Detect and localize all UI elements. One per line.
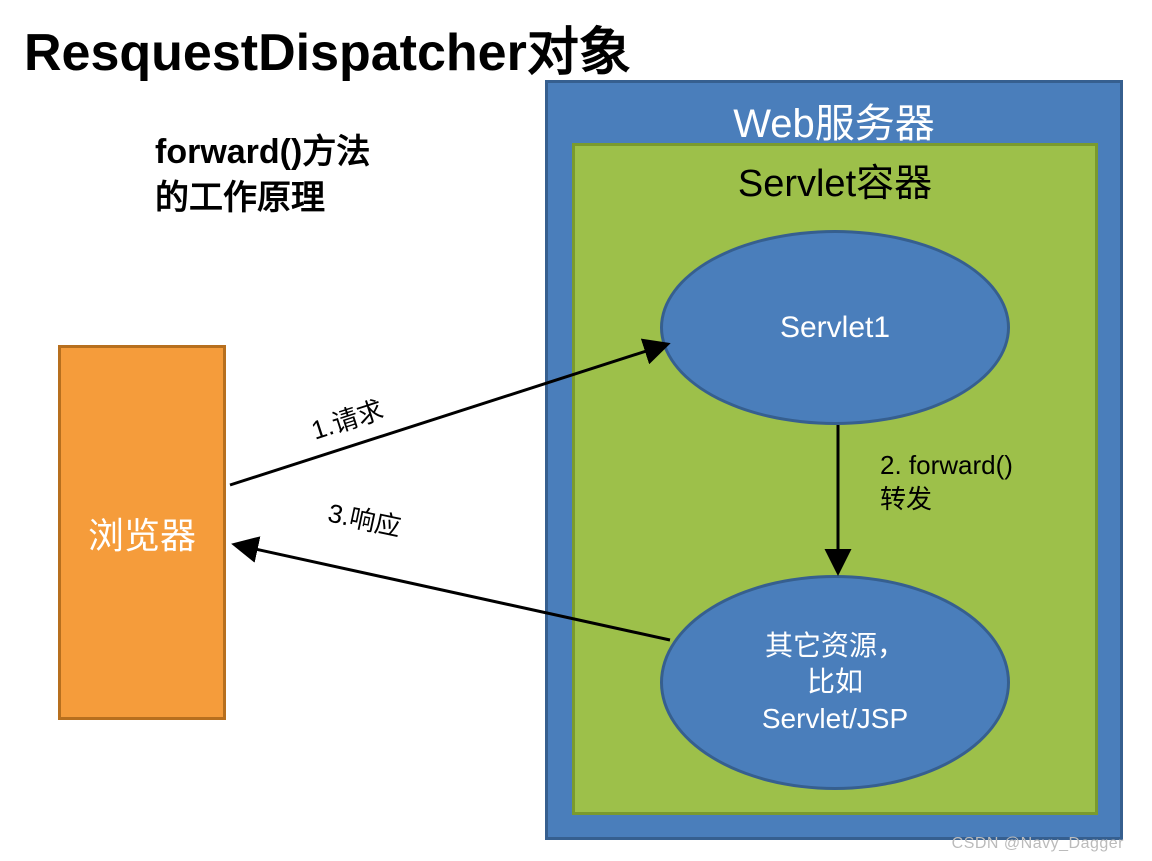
other-resource-line3: Servlet/JSP bbox=[762, 703, 908, 734]
other-resource-line2: 比如 bbox=[807, 666, 863, 697]
watermark: CSDN @Navy_Dagger bbox=[952, 835, 1124, 853]
subtitle-line2: 的工作原理 bbox=[155, 179, 325, 217]
web-server-label: Web服务器 bbox=[548, 91, 1120, 149]
page-title: ResquestDispatcher对象 bbox=[24, 10, 631, 85]
other-resource-ellipse: 其它资源， 比如 Servlet/JSP bbox=[660, 575, 1010, 790]
servlet1-ellipse: Servlet1 bbox=[660, 230, 1010, 425]
servlet-container-label: Servlet容器 bbox=[575, 152, 1095, 207]
other-resource-text: 其它资源， 比如 Servlet/JSP bbox=[762, 628, 908, 737]
label-forward: 2. forward() 转发 bbox=[880, 449, 1013, 517]
browser-box: 浏览器 bbox=[58, 345, 226, 720]
browser-label: 浏览器 bbox=[88, 507, 196, 559]
label-request: 1.请求 bbox=[306, 390, 388, 448]
label-response: 3.响应 bbox=[325, 493, 405, 545]
subtitle-line1: forward()方法 bbox=[155, 133, 370, 171]
subtitle: forward()方法 的工作原理 bbox=[155, 130, 370, 222]
label-forward-line2: 转发 bbox=[880, 484, 932, 514]
servlet1-label: Servlet1 bbox=[780, 308, 890, 347]
other-resource-line1: 其它资源， bbox=[765, 630, 905, 661]
label-forward-line1: 2. forward() bbox=[880, 450, 1013, 480]
